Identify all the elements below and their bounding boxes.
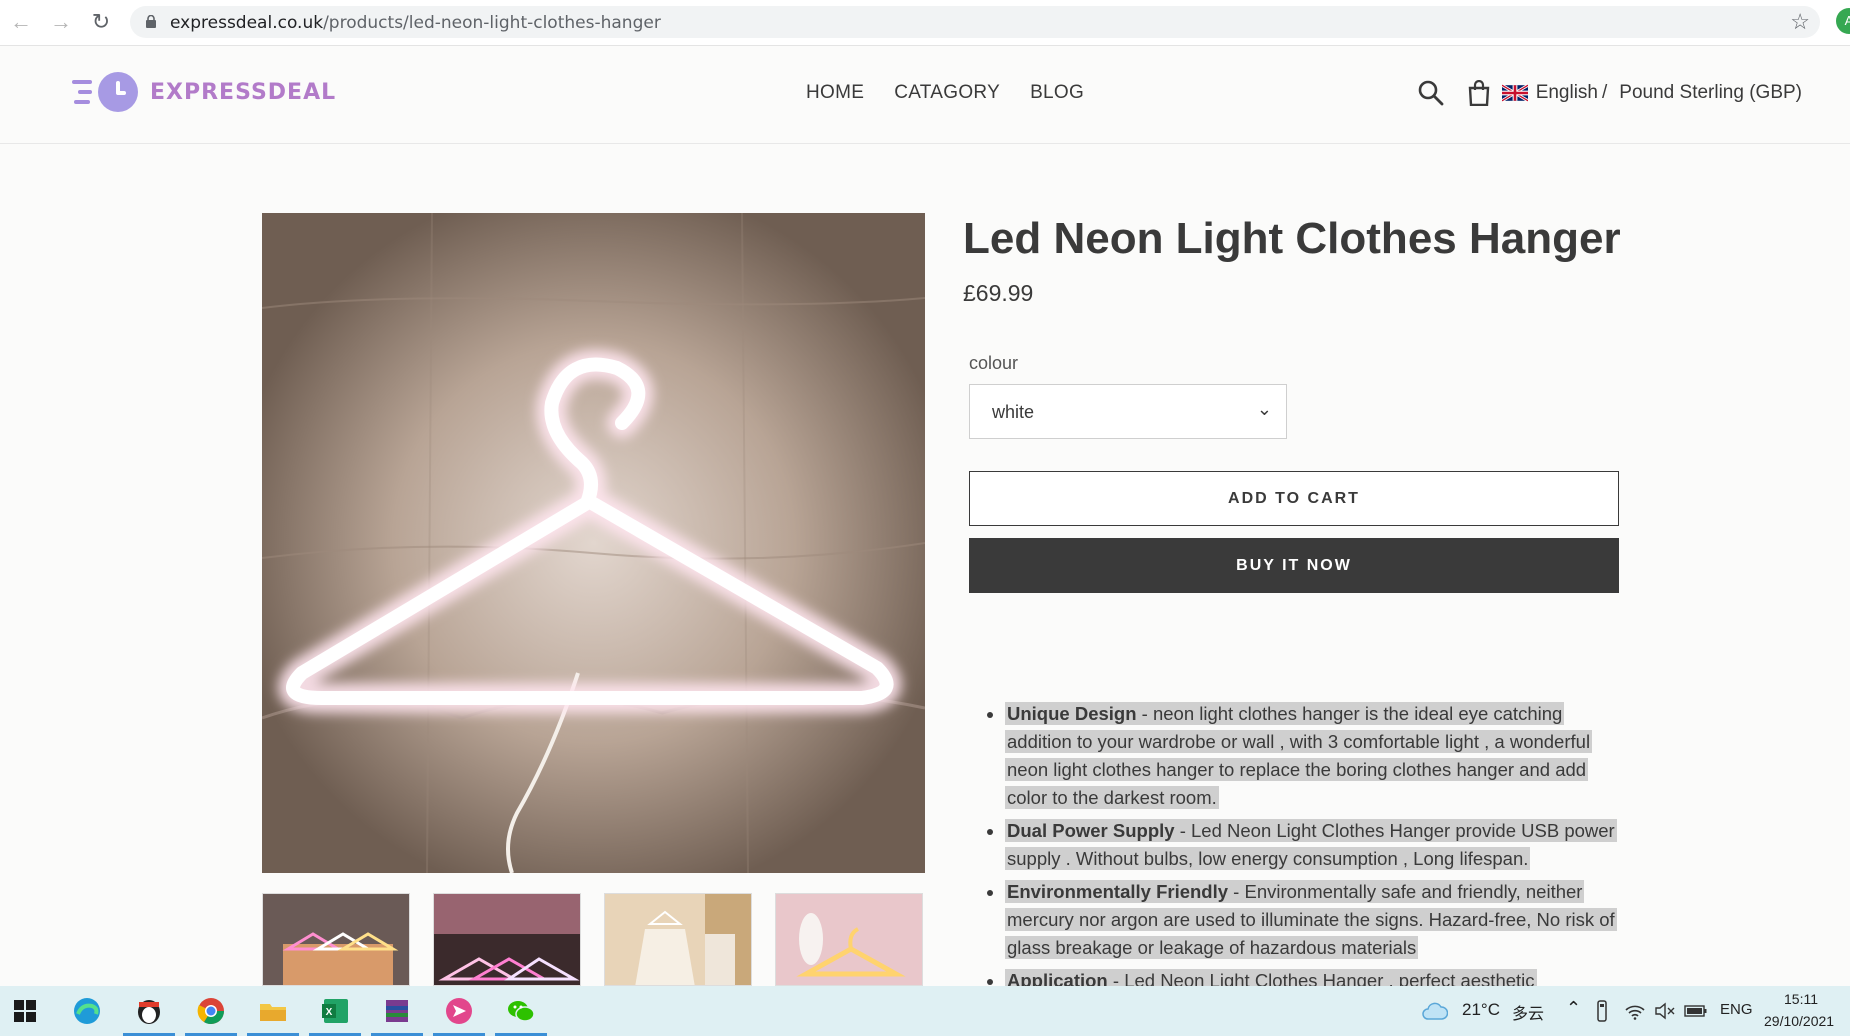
wechat-icon[interactable]	[504, 994, 538, 1028]
currency-selector[interactable]: Pound Sterling (GBP)	[1619, 82, 1802, 104]
excel-icon[interactable]: X	[318, 994, 352, 1028]
url-domain: expressdeal.co.uk	[170, 13, 324, 33]
svg-text:X: X	[326, 1007, 333, 1018]
product-description: Unique Design - neon light clothes hange…	[985, 700, 1625, 986]
list-item: Dual Power Supply - Led Neon Light Cloth…	[1005, 817, 1625, 873]
nav-home[interactable]: HOME	[806, 82, 864, 104]
browser-toolbar: ← → ↻ expressdeal.co.uk/products/led-neo…	[0, 0, 1850, 46]
wifi-icon[interactable]	[1622, 994, 1648, 1028]
language-selector[interactable]: English	[1536, 82, 1598, 104]
desc-text: Led Neon Light Clothes Hanger , perfect …	[1124, 970, 1535, 986]
logo-text: EXPRESSDEAL	[150, 79, 337, 105]
nav-category[interactable]: CATAGORY	[894, 82, 1000, 104]
uk-flag-icon	[1501, 84, 1528, 102]
list-item: Application - Led Neon Light Clothes Han…	[1005, 967, 1625, 986]
clock-time[interactable]: 15:11	[1784, 991, 1818, 1007]
product-main-image[interactable]	[262, 213, 925, 873]
usb-device-icon[interactable]	[1590, 994, 1614, 1028]
forward-icon[interactable]: →	[46, 8, 76, 36]
list-item: Environmentally Friendly - Environmental…	[1005, 878, 1625, 962]
thumbnail-2[interactable]	[433, 893, 581, 986]
thumbnail-strip	[262, 893, 925, 986]
send-app-icon[interactable]	[442, 994, 476, 1028]
chrome-icon[interactable]	[194, 994, 228, 1028]
buy-it-now-button[interactable]: BUY IT NOW	[969, 538, 1619, 593]
chevron-down-icon: ⌄	[1256, 399, 1272, 419]
main-nav: HOME CATAGORY BLOG	[806, 82, 1084, 104]
neon-hanger-photo	[262, 213, 925, 873]
thumbnail-1[interactable]	[262, 893, 410, 986]
battery-icon[interactable]	[1682, 994, 1710, 1028]
colour-label: colour	[969, 353, 1019, 373]
logo-lines-icon	[70, 72, 96, 112]
desc-heading: Dual Power Supply	[1007, 820, 1175, 841]
header-tools: English / Pound Sterling (GBP)	[1418, 80, 1802, 106]
thumbnail-4[interactable]	[775, 893, 923, 986]
language-separator: /	[1602, 82, 1608, 103]
windows-start-icon[interactable]	[8, 994, 42, 1028]
clock-icon	[98, 72, 138, 112]
file-explorer-icon[interactable]	[256, 994, 290, 1028]
add-to-cart-button[interactable]: ADD TO CART	[969, 471, 1619, 526]
weather-temp: 21°C	[1462, 1000, 1500, 1019]
show-hidden-icons-chevron-icon[interactable]: ⌃	[1566, 998, 1581, 1019]
bookmark-star-icon[interactable]: ☆	[1790, 9, 1810, 35]
weather-desc: 多云	[1512, 1006, 1545, 1023]
colour-select[interactable]: white ⌄	[969, 384, 1287, 439]
input-language[interactable]: ENG	[1720, 1001, 1753, 1018]
desc-heading: Environmentally Friendly	[1007, 881, 1229, 902]
edge-browser-icon[interactable]	[70, 994, 104, 1028]
desc-heading: Application	[1007, 970, 1108, 986]
list-item: Unique Design - neon light clothes hange…	[1005, 700, 1625, 812]
profile-avatar[interactable]: A	[1836, 8, 1850, 34]
search-icon[interactable]	[1418, 80, 1444, 106]
cart-bag-icon[interactable]	[1468, 80, 1490, 106]
url-path: /products/led-neon-light-clothes-hanger	[323, 13, 661, 33]
speaker-muted-icon[interactable]	[1652, 994, 1678, 1028]
colour-select-value: white	[992, 402, 1035, 422]
windows-taskbar: X 21°C 多云 ⌃ ENG 15:11 29/10/2021	[0, 986, 1850, 1036]
reload-icon[interactable]: ↻	[86, 8, 116, 36]
lock-icon	[146, 15, 156, 28]
site-header: EXPRESSDEAL HOME CATAGORY BLOG English /…	[0, 46, 1850, 144]
back-icon[interactable]: ←	[6, 8, 36, 36]
weather-cloud-icon[interactable]	[1420, 994, 1450, 1028]
address-bar[interactable]: expressdeal.co.uk/products/led-neon-ligh…	[130, 6, 1820, 38]
nav-blog[interactable]: BLOG	[1030, 82, 1084, 104]
url-text: expressdeal.co.uk/products/led-neon-ligh…	[170, 13, 661, 33]
desc-heading: Unique Design	[1007, 703, 1137, 724]
app-penguin-icon[interactable]	[132, 994, 166, 1028]
archive-app-icon[interactable]	[380, 994, 414, 1028]
site-logo[interactable]: EXPRESSDEAL	[70, 70, 336, 114]
clock-date[interactable]: 29/10/2021	[1764, 1013, 1834, 1029]
product-title: Led Neon Light Clothes Hanger	[963, 214, 1621, 263]
thumbnail-3[interactable]	[604, 893, 752, 986]
product-price: £69.99	[963, 280, 1034, 306]
